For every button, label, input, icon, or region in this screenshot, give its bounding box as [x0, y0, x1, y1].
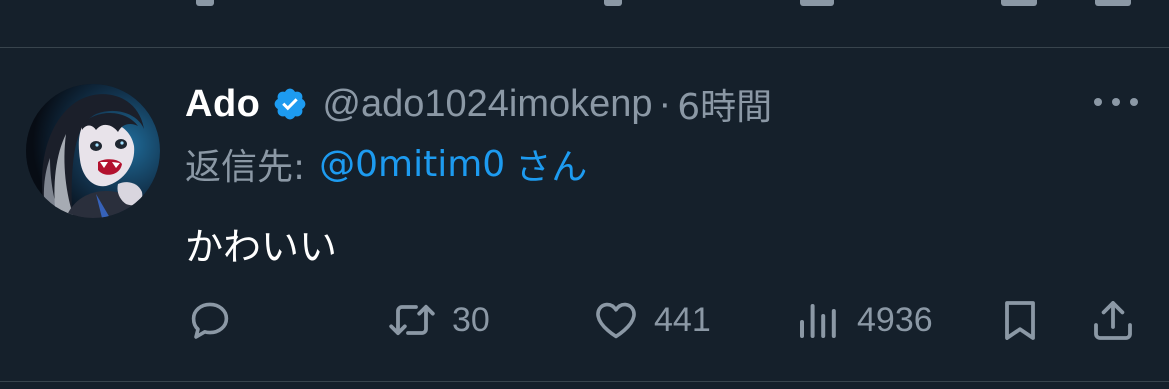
avatar-image	[26, 84, 160, 218]
tweet-header: Ado @ado1024imokenp · 6時間	[185, 82, 772, 129]
previous-like-icon[interactable]	[604, 0, 622, 6]
retweet-button[interactable]: 30	[386, 296, 490, 344]
user-handle[interactable]: @ado1024imokenp	[322, 83, 652, 126]
heart-icon	[596, 302, 636, 339]
timestamp[interactable]: 6時間	[677, 78, 772, 130]
like-count: 441	[654, 300, 711, 339]
reply-suffix-label[interactable]: さん	[515, 138, 587, 190]
retweet-icon	[389, 304, 435, 336]
views-count: 4936	[857, 300, 933, 339]
verified-badge-icon[interactable]	[272, 86, 308, 122]
divider	[0, 381, 1169, 382]
tweet-text: かわいい	[185, 225, 338, 269]
display-name[interactable]: Ado	[185, 83, 260, 126]
more-dot	[1094, 98, 1102, 106]
more-options-icon[interactable]	[1092, 90, 1140, 114]
previous-bookmark-icon[interactable]	[1001, 0, 1037, 6]
separator-dot: ·	[658, 82, 672, 125]
views-icon	[800, 304, 836, 338]
reply-button[interactable]	[186, 296, 234, 344]
previous-reply-icon[interactable]	[196, 0, 214, 6]
bookmark-button[interactable]	[996, 296, 1044, 344]
reply-prefix-label: 返信先:	[185, 147, 306, 188]
views-button[interactable]: 4936	[795, 296, 933, 344]
bookmark-icon	[1005, 301, 1035, 340]
more-dot	[1112, 98, 1120, 106]
more-dot	[1130, 98, 1138, 106]
reply-target-link[interactable]: @0mitim0	[319, 144, 505, 185]
previous-views-icon[interactable]	[800, 0, 834, 6]
retweet-count: 30	[452, 300, 490, 339]
reply-icon	[191, 302, 229, 339]
like-button[interactable]: 441	[592, 296, 711, 344]
previous-share-icon[interactable]	[1095, 0, 1131, 6]
previous-tweet-actions	[0, 0, 1169, 48]
avatar[interactable]	[26, 84, 160, 218]
share-icon	[1094, 301, 1132, 340]
share-button[interactable]	[1089, 296, 1137, 344]
reply-context: 返信先: @0mitim0 さん	[185, 138, 587, 190]
divider	[0, 47, 1169, 48]
